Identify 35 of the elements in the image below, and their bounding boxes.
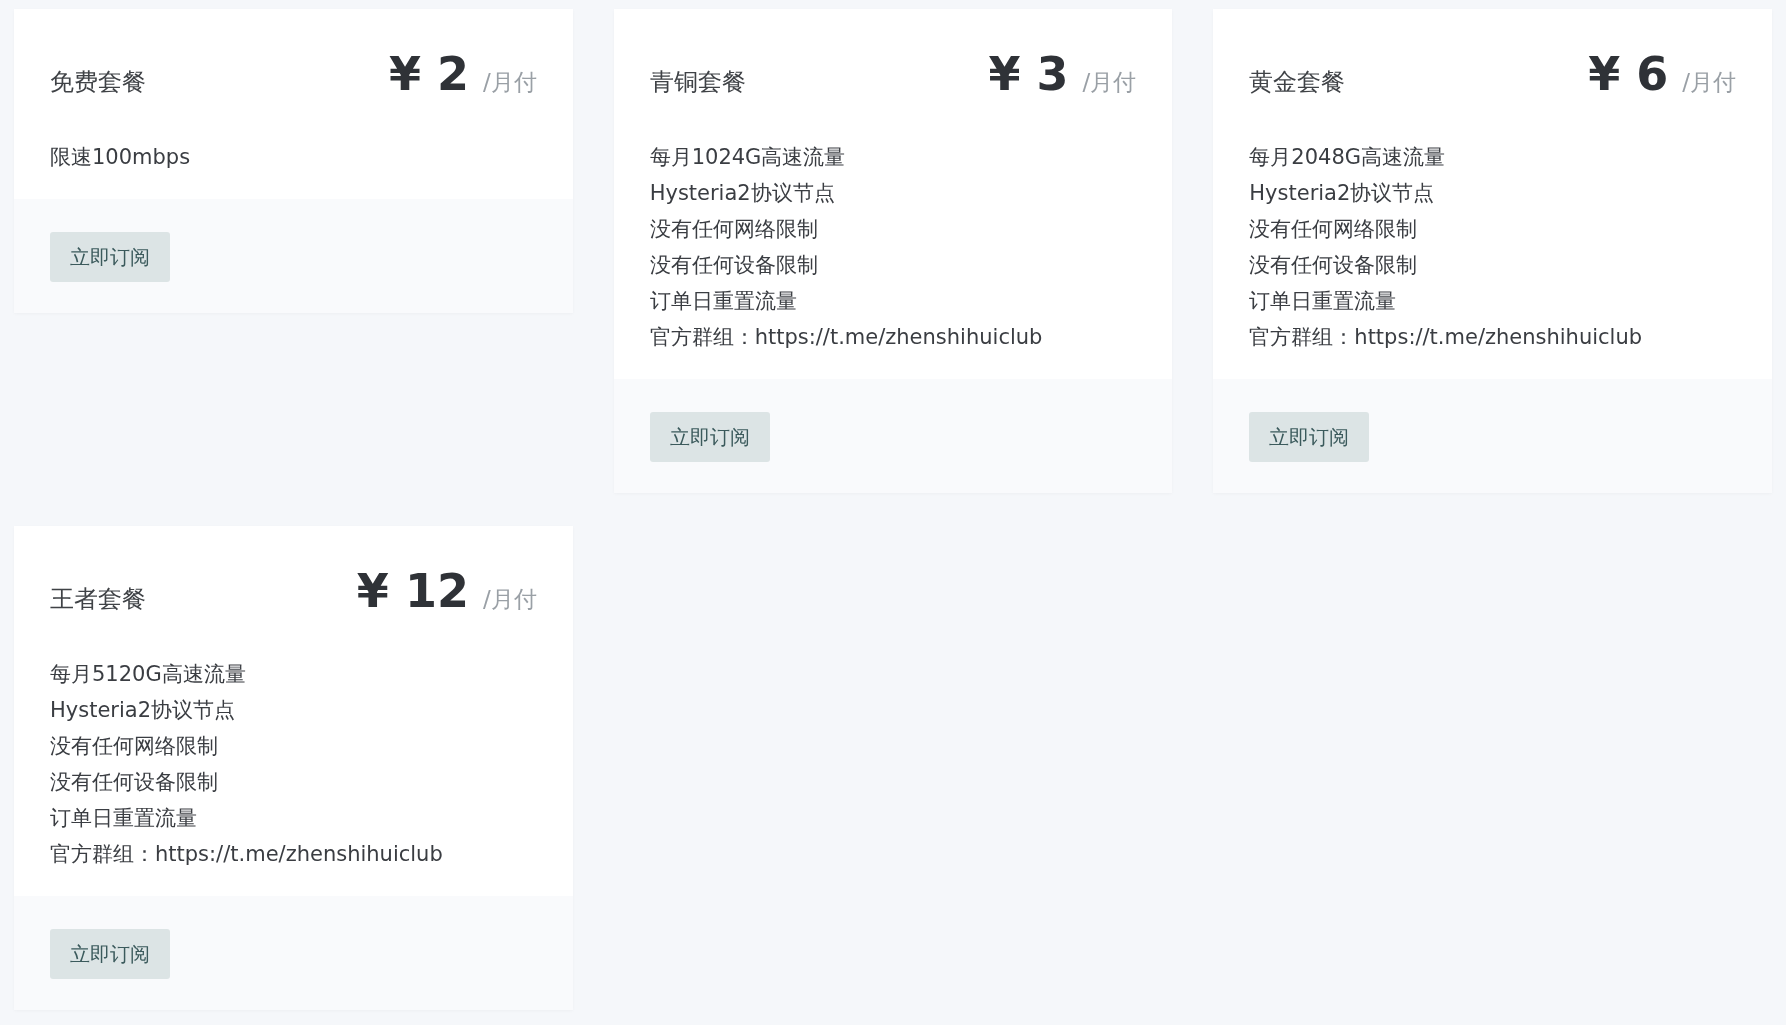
subscribe-button[interactable]: 立即订阅 [50,929,170,979]
plan-feature: 订单日重置流量 [50,805,198,832]
plan-feature: 订单日重置流量 [649,288,798,315]
price-period: /月付 [1082,68,1137,97]
price-period: /月付 [482,585,537,614]
plan-feature: 官方群组：https://t.me/zhenshihuiclub [50,841,444,868]
plan-feature: 没有任何设备限制 [1249,252,1419,279]
plan-feature: Hysteria2协议节点 [649,180,836,207]
plan-feature: 每月5120G高速流量 [50,661,247,688]
plan-feature: 没有任何网络限制 [1249,216,1419,243]
plan-name: 免费套餐 [50,67,146,98]
plan-feature: 官方群组：https://t.me/zhenshihuiclub [1249,324,1644,351]
subscribe-button[interactable]: 立即订阅 [1249,412,1370,462]
plan-price: ¥ 3 [988,47,1069,101]
price-period: /月付 [482,68,537,97]
plan-feature: Hysteria2协议节点 [50,697,236,724]
price-period: /月付 [1682,68,1736,97]
plan-feature: 官方群组：https://t.me/zhenshihuiclub [649,324,1044,351]
plan-name: 青铜套餐 [649,67,746,98]
plan-feature: 没有任何设备限制 [50,769,219,796]
plan-feature: 订单日重置流量 [1249,288,1398,315]
plan-price: ¥ 12 [356,564,469,618]
plan-feature: 每月1024G高速流量 [649,144,847,171]
plan-name: 黄金套餐 [1249,67,1346,98]
plan-price: ¥ 2 [388,47,469,101]
plan-feature: 没有任何设备限制 [649,252,819,279]
subscribe-button[interactable]: 立即订阅 [50,232,170,282]
plan-feature: 限速100mbps [50,144,192,171]
plan-feature: Hysteria2协议节点 [1249,180,1436,207]
plan-feature: 每月2048G高速流量 [1249,144,1447,171]
plan-feature: 没有任何网络限制 [50,733,219,760]
plan-name: 王者套餐 [50,584,146,615]
subscribe-button[interactable]: 立即订阅 [649,412,770,462]
plan-price: ¥ 6 [1588,47,1669,101]
plan-feature: 没有任何网络限制 [649,216,819,243]
